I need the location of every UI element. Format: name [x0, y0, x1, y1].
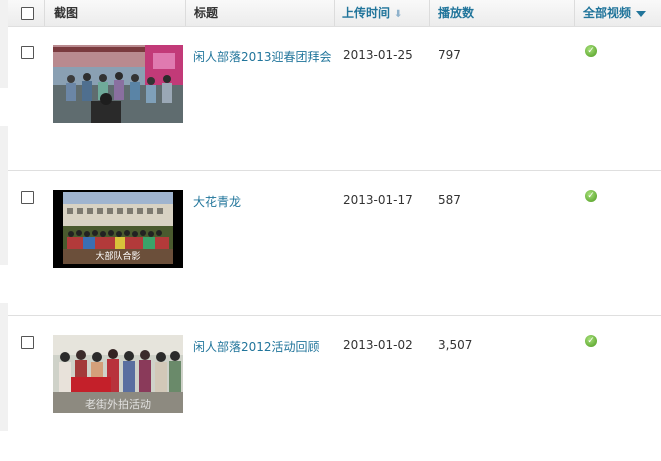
thumbnail-image: 老街外拍活动	[53, 335, 183, 413]
column-separator	[44, 0, 45, 26]
left-strip-gap	[0, 88, 8, 126]
check-circle-icon[interactable]: ✓	[585, 190, 597, 202]
video-thumbnail[interactable]: 老街外拍活动	[53, 335, 183, 413]
table-header: 截图 标题 上传时间 ⬇ 播放数 全部视频	[8, 0, 661, 27]
table-row: 老街外拍活动 闲人部落2012活动回顾 2013-01-02 3,507 ✓	[8, 316, 661, 461]
column-separator	[429, 0, 430, 26]
video-thumbnail[interactable]	[53, 45, 183, 123]
row-checkbox[interactable]	[21, 46, 34, 59]
left-border-strip	[0, 0, 8, 431]
column-separator	[574, 0, 575, 26]
all-videos-label: 全部视频	[583, 6, 632, 20]
thumbnail-image	[53, 45, 183, 123]
check-circle-icon[interactable]: ✓	[585, 45, 597, 57]
triangle-down-icon	[636, 10, 647, 17]
row-checkbox[interactable]	[21, 336, 34, 349]
play-count: 587	[438, 193, 461, 207]
play-count: 797	[438, 48, 461, 62]
column-header-plays[interactable]: 播放数	[438, 0, 474, 26]
video-title-link[interactable]: 闲人部落2013迎春团拜会	[193, 48, 332, 65]
upload-date: 2013-01-17	[343, 193, 413, 207]
column-separator	[334, 0, 335, 26]
column-header-upload-time[interactable]: 上传时间 ⬇	[342, 0, 402, 26]
table-row: 闲人部落2013迎春团拜会 2013-01-25 797 ✓	[8, 26, 661, 171]
left-strip-gap	[0, 265, 8, 303]
row-checkbox[interactable]	[21, 191, 34, 204]
video-title-link[interactable]: 闲人部落2012活动回顾	[193, 338, 320, 355]
thumbnail-image: 大部队合影	[53, 190, 183, 268]
table-row: 大部队合影 大花青龙 2013-01-17 587 ✓	[8, 171, 661, 316]
video-thumbnail[interactable]: 大部队合影	[53, 190, 183, 268]
column-header-all-videos[interactable]: 全部视频	[583, 0, 647, 26]
play-count: 3,507	[438, 338, 473, 352]
column-header-thumbnail: 截图	[54, 6, 79, 20]
upload-time-label: 上传时间	[342, 6, 391, 20]
select-all-checkbox[interactable]	[21, 7, 34, 20]
thumbnail-caption: 老街外拍活动	[85, 397, 151, 411]
column-header-title: 标题	[194, 6, 219, 20]
upload-date: 2013-01-02	[343, 338, 413, 352]
upload-date: 2013-01-25	[343, 48, 413, 62]
check-circle-icon[interactable]: ✓	[585, 335, 597, 347]
arrow-down-icon: ⬇	[394, 9, 403, 20]
video-list-table: 截图 标题 上传时间 ⬇ 播放数 全部视频 闲人部落2013迎春团拜会 2013…	[8, 0, 661, 431]
thumbnail-caption: 大部队合影	[95, 250, 140, 262]
column-separator	[185, 0, 186, 26]
video-title-link[interactable]: 大花青龙	[193, 193, 241, 210]
